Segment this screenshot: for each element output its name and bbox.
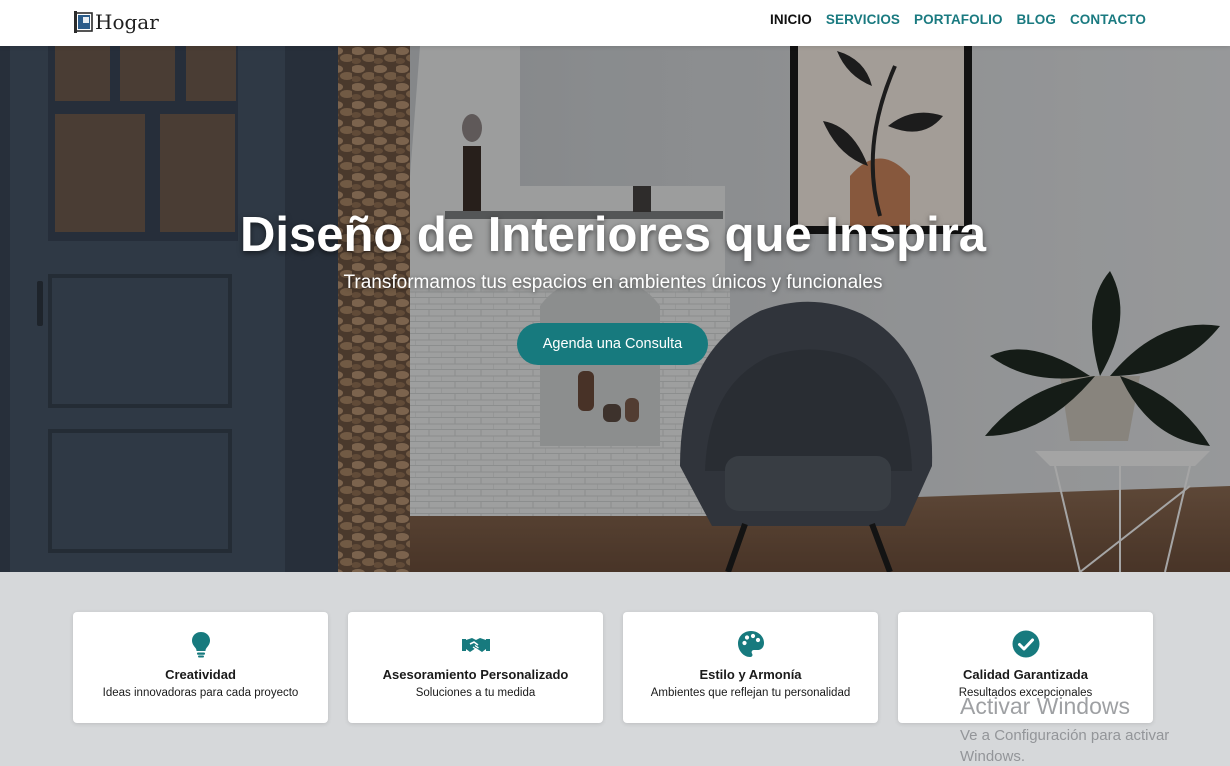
feature-title: Estilo y Armonía bbox=[699, 667, 802, 682]
feature-description: Resultados excepcionales bbox=[958, 687, 1093, 699]
nav-item-blog[interactable]: BLOG bbox=[1017, 12, 1056, 27]
feature-description: Ambientes que reflejan tu personalidad bbox=[650, 687, 851, 699]
feature-card-estilo: Estilo y Armonía Ambientes que reflejan … bbox=[623, 612, 878, 723]
feature-title: Creatividad bbox=[165, 667, 236, 682]
brand-logo-link[interactable]: Hogar bbox=[74, 8, 159, 36]
feature-card-asesoramiento: Asesoramiento Personalizado Soluciones a… bbox=[348, 612, 603, 723]
hero-section: Diseño de Interiores que Inspira Transfo… bbox=[0, 46, 1230, 572]
palette-icon bbox=[737, 631, 764, 657]
feature-description: Soluciones a tu medida bbox=[415, 687, 536, 699]
feature-card-creatividad: Creatividad Ideas innovadoras para cada … bbox=[73, 612, 328, 723]
nav-item-servicios[interactable]: SERVICIOS bbox=[826, 12, 900, 27]
top-navbar: Hogar INICIO SERVICIOS PORTAFOLIO BLOG C… bbox=[0, 0, 1230, 46]
feature-description: Ideas innovadoras para cada proyecto bbox=[102, 687, 299, 699]
nav-item-contacto[interactable]: CONTACTO bbox=[1070, 12, 1146, 27]
main-nav: INICIO SERVICIOS PORTAFOLIO BLOG CONTACT… bbox=[770, 12, 1146, 27]
nav-item-portafolio[interactable]: PORTAFOLIO bbox=[914, 12, 1003, 27]
hero-background-image bbox=[0, 46, 1230, 572]
check-circle-icon bbox=[1012, 630, 1039, 658]
feature-card-calidad: Calidad Garantizada Resultados excepcion… bbox=[898, 612, 1153, 723]
features-section: Creatividad Ideas innovadoras para cada … bbox=[0, 572, 1230, 766]
brand-name: Hogar bbox=[95, 10, 159, 34]
handshake-icon bbox=[461, 638, 490, 652]
house-logo-icon bbox=[74, 11, 93, 33]
feature-title: Calidad Garantizada bbox=[963, 667, 1088, 682]
nav-item-inicio[interactable]: INICIO bbox=[770, 12, 812, 27]
schedule-consultation-button[interactable]: Agenda una Consulta bbox=[517, 323, 708, 365]
hero-title: Diseño de Interiores que Inspira bbox=[239, 208, 987, 262]
lightbulb-icon bbox=[191, 632, 210, 658]
hero-subtitle: Transformamos tus espacios en ambientes … bbox=[343, 272, 883, 293]
feature-title: Asesoramiento Personalizado bbox=[382, 667, 569, 682]
